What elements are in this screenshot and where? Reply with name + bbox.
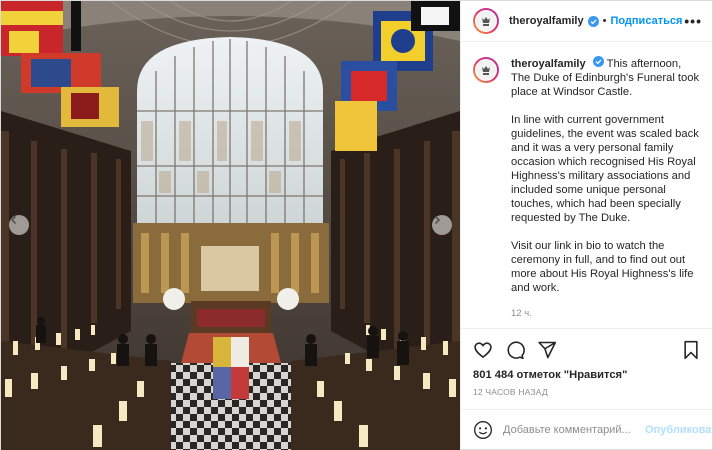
- avatar[interactable]: [473, 8, 499, 34]
- separator-dot: •: [602, 15, 607, 27]
- caption-avatar[interactable]: [473, 57, 499, 83]
- share-icon: [538, 341, 557, 359]
- likes-count[interactable]: 801 484 отметок "Нравится": [473, 369, 700, 381]
- like-button[interactable]: [473, 340, 493, 360]
- caption-body: theroyalfamily This afternoon, The Duke …: [511, 56, 700, 321]
- bookmark-icon: [684, 340, 698, 360]
- emoji-icon: [474, 420, 492, 439]
- next-photo-button[interactable]: [432, 215, 452, 235]
- post-photo[interactable]: [1, 1, 460, 450]
- posted-time[interactable]: 12 ЧАСОВ НАЗАД: [473, 387, 700, 397]
- verified-badge-icon: [587, 15, 599, 27]
- post-actions: 801 484 отметок "Нравится" 12 ЧАСОВ НАЗА…: [461, 328, 712, 397]
- caption-time: 12 ч.: [511, 308, 532, 319]
- follow-button[interactable]: Подписаться: [610, 15, 682, 27]
- post-header: theroyalfamily • Подписаться •••: [461, 1, 712, 42]
- comment-icon: [507, 341, 525, 360]
- caption: theroyalfamily This afternoon, The Duke …: [473, 56, 700, 321]
- chevron-left-icon: [10, 215, 17, 225]
- previous-photo-button[interactable]: [9, 215, 29, 235]
- caption-paragraph-2: In line with current government guidelin…: [511, 114, 699, 224]
- royal-crest-icon: [476, 60, 496, 80]
- emoji-button[interactable]: [473, 420, 493, 440]
- caption-paragraph-3: Visit our link in bio to watch the cerem…: [511, 240, 694, 294]
- chapel-funeral-image: [1, 1, 460, 450]
- comment-button[interactable]: [505, 340, 525, 360]
- instagram-post: theroyalfamily • Подписаться ••• theroya…: [0, 0, 713, 450]
- heart-icon: [474, 342, 492, 359]
- post-side-panel: theroyalfamily • Подписаться ••• theroya…: [460, 1, 713, 449]
- action-icons: [473, 337, 700, 363]
- royal-crest-icon: [476, 11, 496, 31]
- more-options-button[interactable]: •••: [684, 13, 702, 29]
- comment-input[interactable]: [503, 423, 645, 436]
- publish-button[interactable]: Опубликовать: [645, 424, 713, 436]
- header-username[interactable]: theroyalfamily: [509, 15, 584, 27]
- comments-area: theroyalfamily This afternoon, The Duke …: [461, 42, 712, 328]
- caption-username[interactable]: theroyalfamily: [511, 58, 586, 70]
- share-button[interactable]: [537, 340, 557, 360]
- save-button[interactable]: [682, 340, 700, 360]
- add-comment-box: Опубликовать: [461, 409, 713, 449]
- verified-badge-icon: [592, 56, 604, 67]
- chevron-right-icon: [434, 215, 441, 225]
